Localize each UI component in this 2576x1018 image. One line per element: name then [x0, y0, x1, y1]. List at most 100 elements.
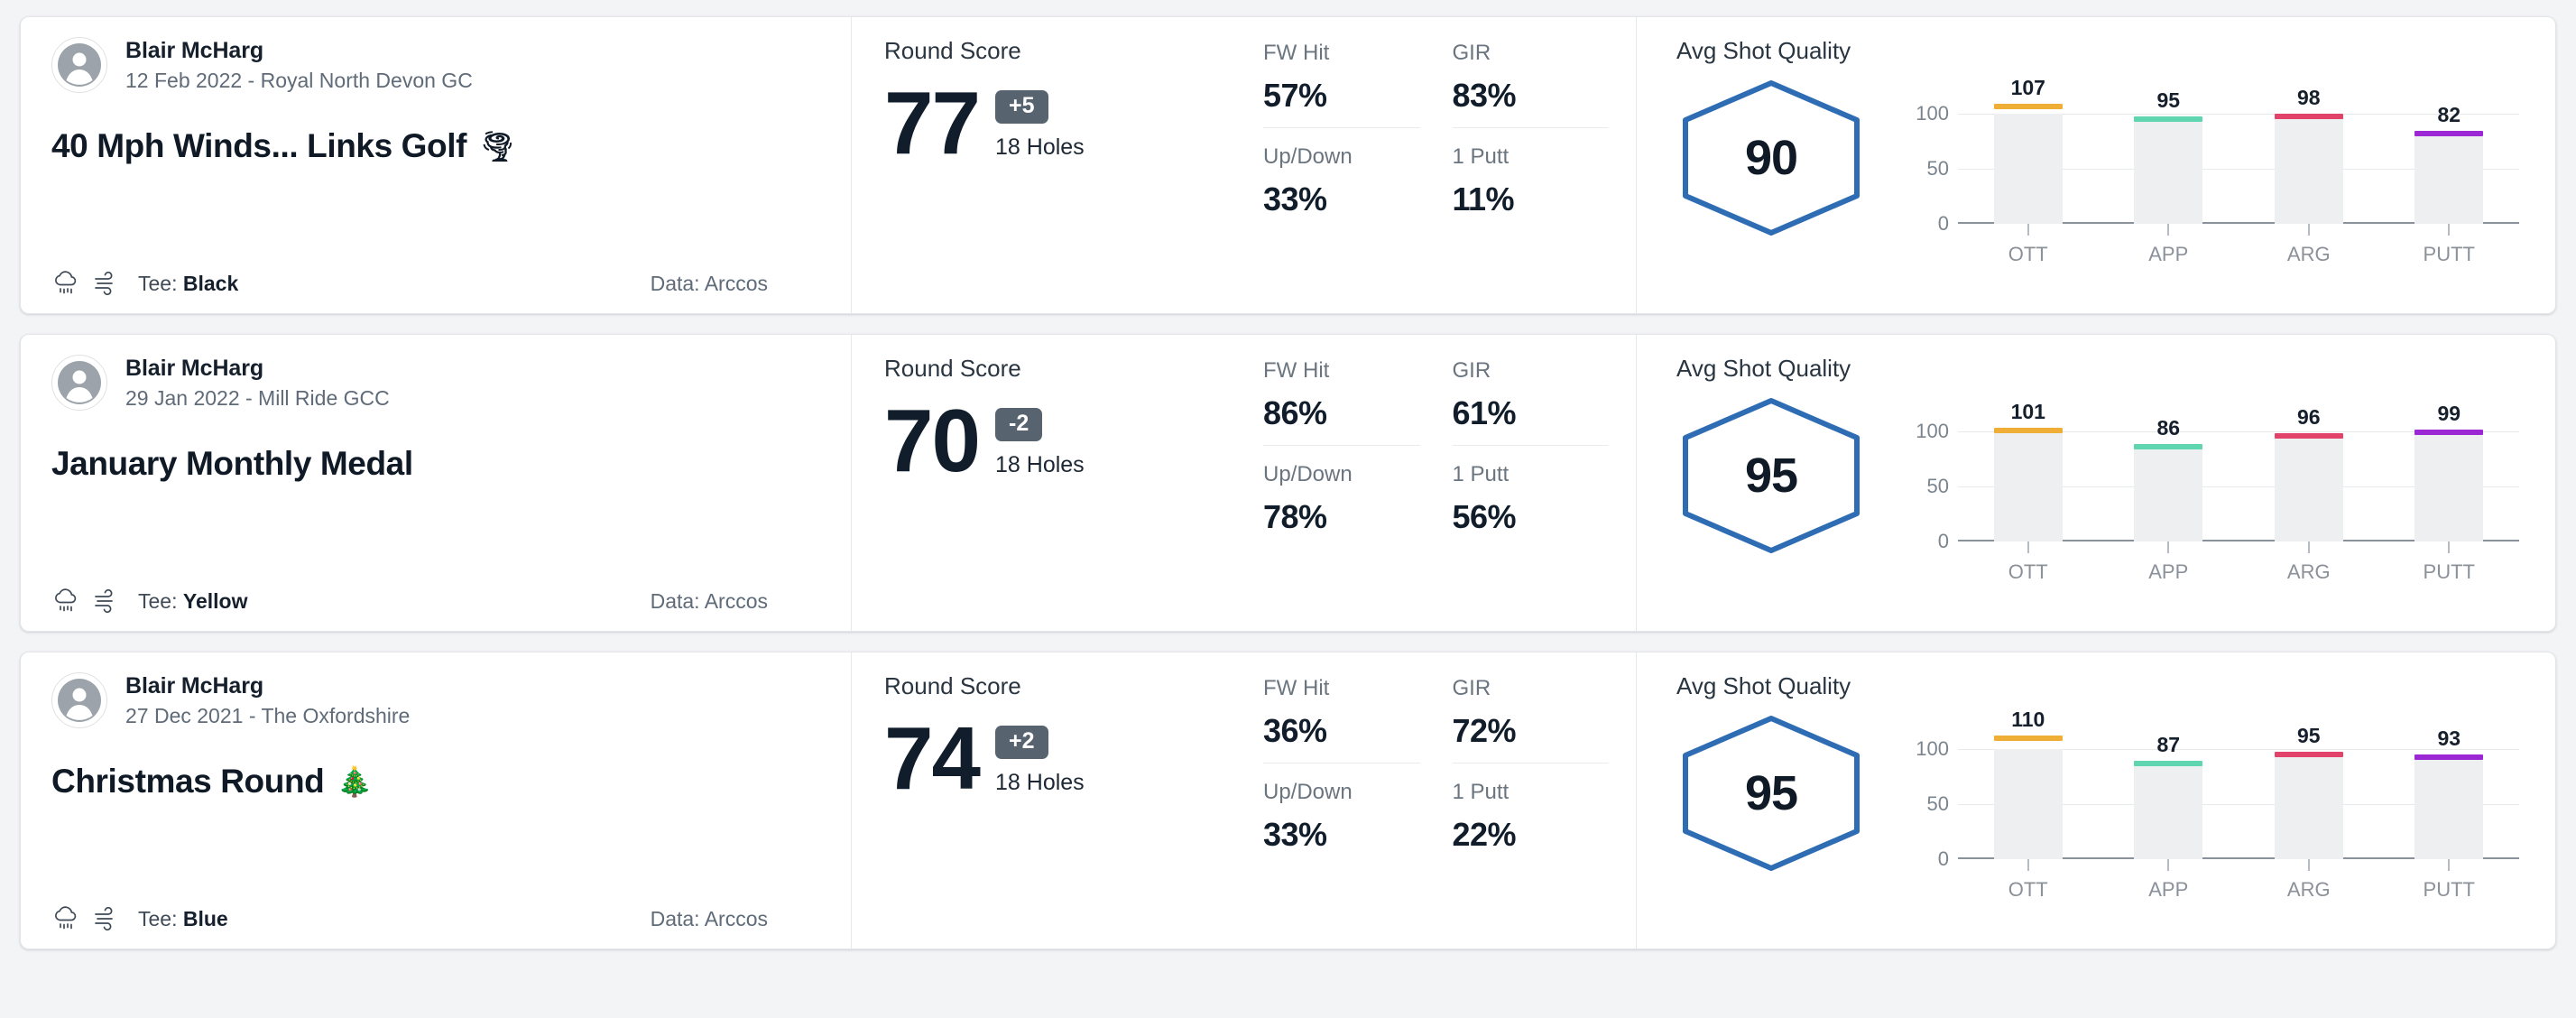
bar-arg[interactable]: 95: [2274, 724, 2343, 859]
rounds-feed: Blair McHarg 12 Feb 2022 - Royal North D…: [0, 0, 2576, 966]
bar-ott[interactable]: 101: [1993, 400, 2063, 541]
round-card[interactable]: Blair McHarg 12 Feb 2022 - Royal North D…: [20, 16, 2556, 314]
score-line: 77 +5 18 Holes: [884, 79, 1263, 167]
score-line: 74 +2 18 Holes: [884, 708, 1263, 808]
bar-track: [1993, 431, 2063, 541]
tee-row: Tee: Yellow Data: Arccos: [51, 588, 820, 615]
round-title-emoji: 🎄: [337, 765, 373, 798]
bar-arg[interactable]: 96: [2274, 405, 2343, 541]
holes-played: 18 Holes: [995, 134, 1085, 161]
bar-putt[interactable]: 99: [2414, 402, 2484, 541]
bar-track: [2134, 764, 2203, 859]
round-score-value: 70: [884, 391, 981, 490]
x-axis-label: PUTT: [2423, 560, 2475, 583]
round-title-text: January Monthly Medal: [51, 445, 413, 482]
bar-cap-ott: [1993, 103, 2063, 109]
x-axis-slot: PUTT: [2414, 224, 2483, 266]
stat-fw-hit: FW Hit 36%: [1263, 676, 1420, 764]
stat-gir-value: 72%: [1452, 712, 1517, 749]
avg-shot-quality-label: Avg Shot Quality: [1676, 355, 1851, 382]
tee-label: Tee:: [138, 906, 178, 930]
user-avatar-icon: [58, 43, 101, 87]
chart-plot: 110 87 95 93 OTT APP ARG PUTT: [1958, 708, 2519, 901]
round-date-course: 12 Feb 2022 - Royal North Devon GC: [125, 68, 473, 92]
x-axis-label: APP: [2148, 878, 2189, 901]
bar-value-label: 95: [2296, 724, 2321, 748]
bar-track: [1993, 749, 2063, 859]
data-source-label: Data:: [650, 271, 700, 295]
chart-bars: 107 95 98 82: [1958, 76, 2519, 224]
player-row: Blair McHarg 29 Jan 2022 - Mill Ride GCC: [51, 355, 820, 411]
score-stats-section: Round Score 77 +5 18 Holes FW Hit 57% GI…: [851, 17, 1636, 313]
round-score-value: 74: [884, 708, 981, 808]
avatar[interactable]: [51, 37, 107, 93]
stat-up-down-label: Up/Down: [1263, 144, 1353, 169]
score-line: 70 -2 18 Holes: [884, 391, 1263, 490]
round-score-label: Round Score: [884, 355, 1021, 382]
score-side: +5 18 Holes: [995, 90, 1085, 166]
bar-track: [2414, 756, 2484, 859]
score-differential-badge: -2: [995, 408, 1043, 442]
bar-track: [2414, 432, 2484, 541]
score-differential-badge: +5: [995, 90, 1048, 125]
player-meta: Blair McHarg 12 Feb 2022 - Royal North D…: [125, 38, 473, 93]
bar-cap-putt: [2414, 430, 2484, 436]
stat-up-down-label: Up/Down: [1263, 780, 1353, 804]
x-axis-label: APP: [2148, 243, 2189, 265]
bar-app[interactable]: 87: [2134, 733, 2203, 859]
y-tick-label: 0: [1937, 212, 1949, 235]
bar-cap-app: [2134, 761, 2203, 767]
y-tick-label: 0: [1937, 530, 1949, 552]
y-tick-label: 50: [1926, 475, 1949, 498]
bar-app[interactable]: 95: [2134, 88, 2203, 224]
x-axis-slot: OTT: [1994, 541, 2063, 584]
bar-app[interactable]: 86: [2134, 415, 2203, 541]
shot-quality-section: Avg Shot Quality 95 100 50 0 110 87 95 93 OTT…: [1636, 652, 2555, 949]
x-axis-label: ARG: [2286, 243, 2331, 265]
tee-value: Black: [182, 271, 239, 295]
user-avatar-icon: [58, 361, 101, 404]
player-meta: Blair McHarg 29 Jan 2022 - Mill Ride GCC: [125, 356, 390, 411]
shot-quality-badge: 95: [1676, 713, 1866, 874]
x-tick-mark: [2307, 541, 2310, 553]
tee-label: Tee:: [138, 588, 178, 613]
score-block: Round Score 77 +5 18 Holes: [884, 37, 1263, 297]
bar-cap-arg: [2274, 433, 2343, 440]
x-axis-slot: ARG: [2275, 859, 2343, 902]
player-meta: Blair McHarg 27 Dec 2021 - The Oxfordshi…: [125, 673, 410, 728]
avatar[interactable]: [51, 355, 107, 411]
stat-up-down-label: Up/Down: [1263, 462, 1353, 486]
bar-putt[interactable]: 82: [2414, 97, 2484, 224]
x-axis-label: OTT: [2008, 560, 2048, 583]
x-axis-label: OTT: [2008, 878, 2048, 901]
bar-arg[interactable]: 98: [2274, 86, 2343, 224]
round-title[interactable]: 40 Mph Winds... Links Golf 🌪: [51, 127, 820, 165]
round-card[interactable]: Blair McHarg 29 Jan 2022 - Mill Ride GCC…: [20, 334, 2556, 632]
shot-quality-value: 95: [1744, 449, 1798, 503]
bar-track: [1993, 114, 2063, 224]
shot-quality-body: 95 100 50 0 110 87 95 93 OTT APP ARG PUTT: [1676, 708, 2519, 901]
bar-value-label: 99: [2437, 402, 2461, 426]
x-tick-mark: [2167, 224, 2170, 236]
bar-putt[interactable]: 93: [2414, 726, 2484, 859]
avatar[interactable]: [51, 672, 107, 728]
avg-shot-quality-label: Avg Shot Quality: [1676, 37, 1851, 64]
bar-ott[interactable]: 110: [1993, 708, 2063, 859]
x-axis-slot: ARG: [2275, 541, 2343, 584]
bar-track: [2134, 447, 2203, 541]
round-title[interactable]: January Monthly Medal: [51, 445, 820, 483]
data-source: Data: Arccos: [651, 589, 820, 614]
round-summary-section: Blair McHarg 29 Jan 2022 - Mill Ride GCC…: [21, 335, 851, 631]
score-side: -2 18 Holes: [995, 408, 1085, 484]
stat-fw-hit: FW Hit 57%: [1263, 41, 1420, 128]
round-card[interactable]: Blair McHarg 27 Dec 2021 - The Oxfordshi…: [20, 652, 2556, 949]
shot-quality-badge: 90: [1676, 78, 1866, 238]
tee-info: Tee: Blue: [138, 907, 228, 931]
chart-x-axis: OTT APP ARG PUTT: [1958, 859, 2519, 902]
player-name: Blair McHarg: [125, 355, 264, 381]
bar-track: [2134, 119, 2203, 224]
round-title[interactable]: Christmas Round 🎄: [51, 763, 820, 801]
shot-quality-chart: 100 50 0 107 95 98 82 OTT APP ARG PUTT: [1907, 76, 2519, 265]
round-date-course: 27 Dec 2021 - The Oxfordshire: [125, 703, 411, 727]
bar-ott[interactable]: 107: [1993, 76, 2063, 224]
